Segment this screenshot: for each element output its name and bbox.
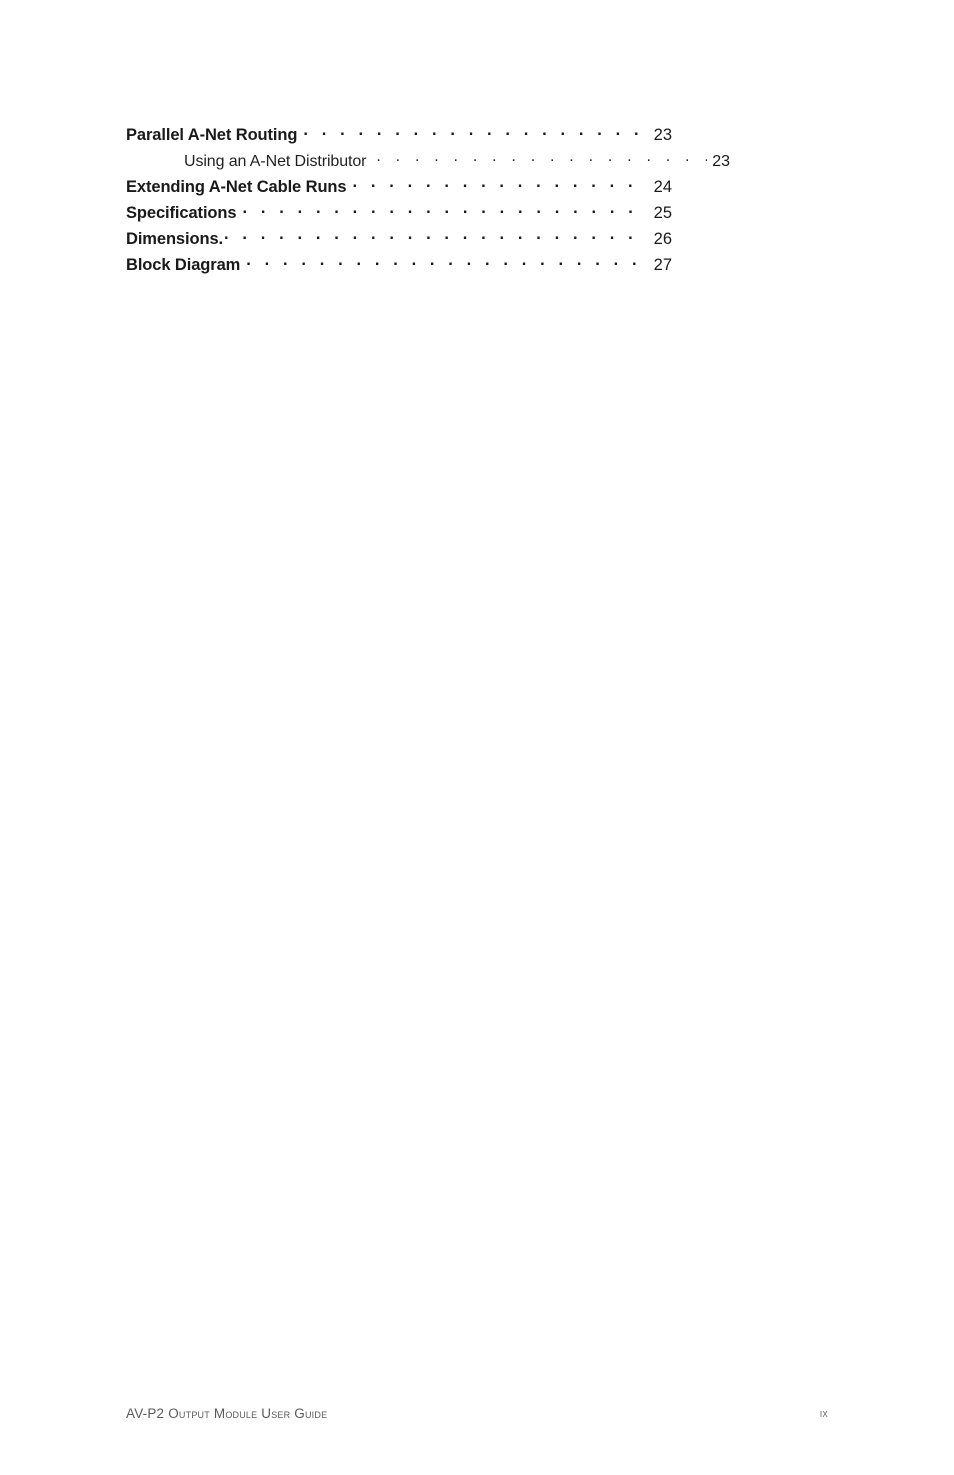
toc-entry-page-number: 24 — [653, 178, 672, 196]
toc-entry-title: Using an A-Net Distributor — [184, 153, 367, 170]
dot-leader — [242, 202, 647, 218]
toc-entry-page-number: 23 — [653, 126, 672, 144]
toc-entry[interactable]: Block Diagram 27 — [126, 254, 672, 280]
dot-leader — [303, 124, 647, 140]
dot-leader — [376, 150, 707, 166]
toc-entry-title: Dimensions. — [126, 230, 224, 248]
toc-entry[interactable]: Specifications 25 — [126, 202, 672, 228]
dot-leader — [224, 228, 647, 244]
toc-entry-title: Specifications — [126, 204, 237, 222]
footer-page-number: ix — [819, 1408, 828, 1420]
page-footer: AV-P2 Output Module User Guide ix — [126, 1406, 828, 1426]
toc-entry[interactable]: Extending A-Net Cable Runs 24 — [126, 176, 672, 202]
toc-entry-page-number: 27 — [653, 256, 672, 274]
table-of-contents: Parallel A-Net Routing 23 Using an A-Net… — [126, 124, 730, 280]
toc-entry-page-number: 25 — [653, 204, 672, 222]
toc-entry[interactable]: Using an A-Net Distributor 23 — [126, 150, 730, 176]
toc-entry-title: Parallel A-Net Routing — [126, 126, 298, 144]
dot-leader — [352, 176, 647, 192]
toc-entry-title: Block Diagram — [126, 256, 241, 274]
toc-entry-page-number: 26 — [653, 230, 672, 248]
dot-leader — [246, 254, 647, 270]
toc-page: { "page": { "background": "#ffffff", "te… — [0, 0, 954, 1475]
toc-entry-title: Extending A-Net Cable Runs — [126, 178, 347, 196]
toc-entry[interactable]: Parallel A-Net Routing 23 — [126, 124, 672, 150]
footer-document-title: AV-P2 Output Module User Guide — [126, 1406, 328, 1421]
toc-entry[interactable]: Dimensions. 26 — [126, 228, 672, 254]
toc-entry-page-number: 23 — [712, 153, 730, 170]
